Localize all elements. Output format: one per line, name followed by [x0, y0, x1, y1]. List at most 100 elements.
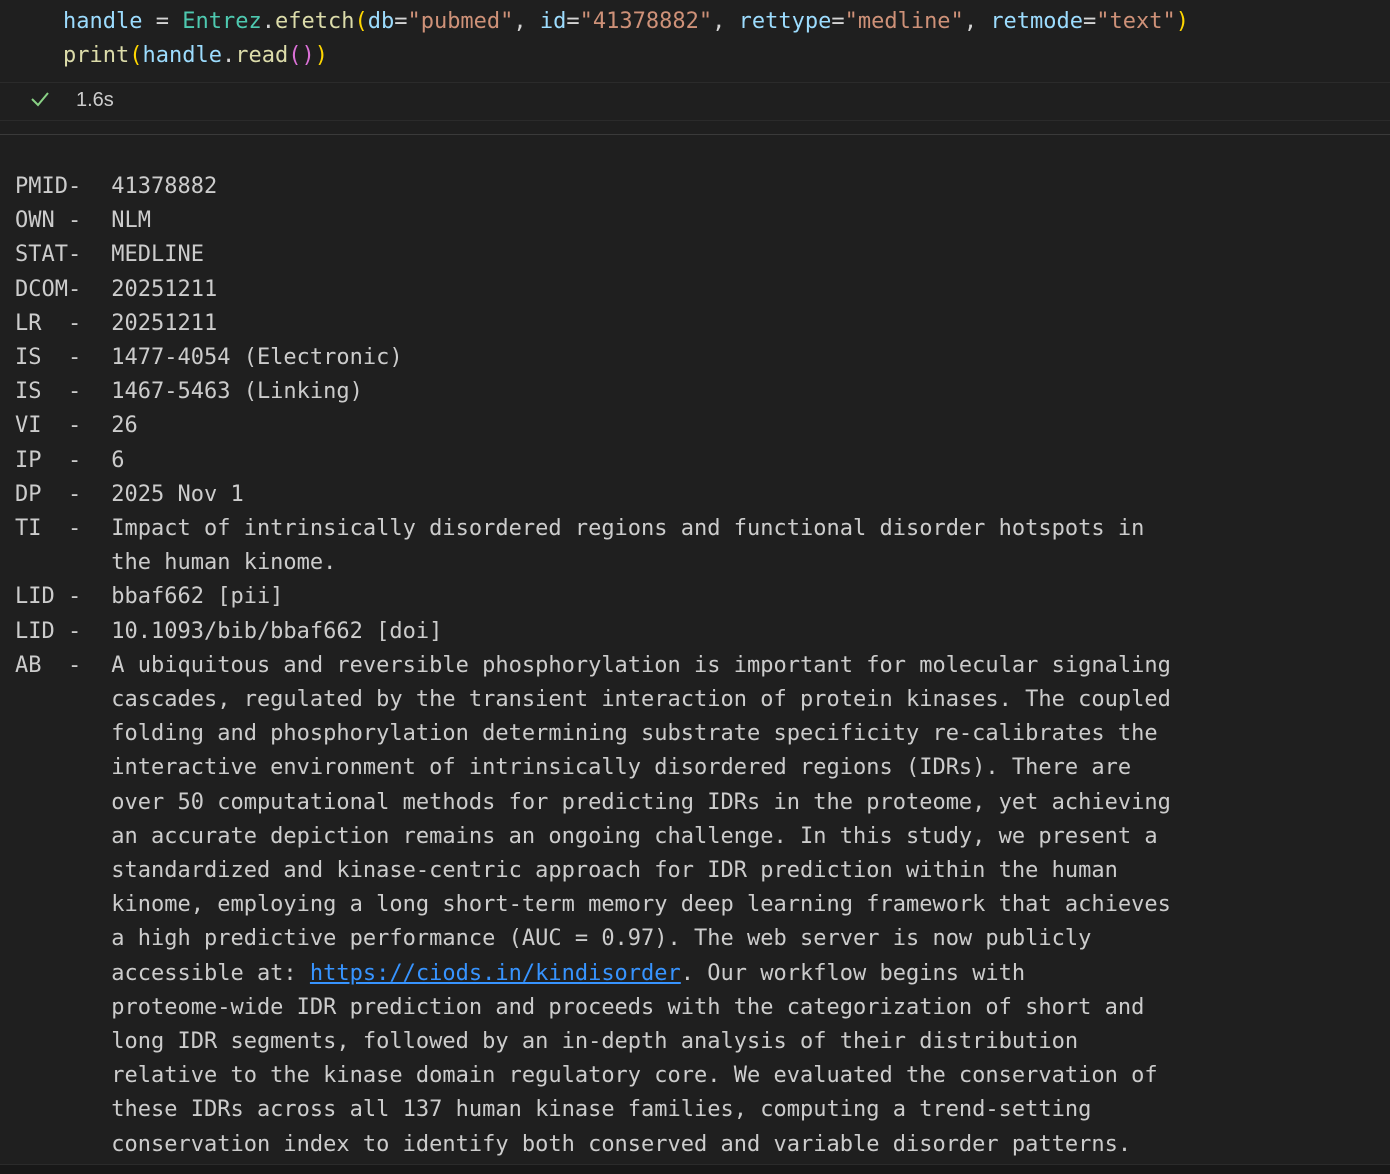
medline-field-tag: PMID-: [15, 174, 82, 199]
medline-field-value: over 50 computational methods for predic…: [98, 789, 1171, 815]
code-token: ,: [712, 9, 739, 34]
code-token: "41378882": [579, 9, 713, 34]
code-token: =: [142, 9, 183, 34]
output-line: a high predictive performance (AUC = 0.9…: [15, 922, 1091, 956]
code-token: .: [261, 9, 275, 34]
output-line: conservation index to identify both cons…: [15, 1128, 1131, 1162]
medline-field-value: standardized and kinase-centric approach…: [98, 858, 1118, 883]
cell-output[interactable]: PMID- 41378882 OWN - NLM STAT- MEDLINE DCOM…: [0, 135, 1390, 1165]
output-line: the human kinome.: [15, 546, 336, 580]
medline-field-value: . Our workflow begins with: [680, 960, 1026, 986]
medline-field-value: 41378882: [98, 174, 218, 199]
code-token: Entrez: [182, 9, 262, 34]
medline-field-value: 6: [98, 447, 125, 473]
medline-field-tag: LID -: [15, 584, 82, 610]
output-line: interactive environment of intrinsically…: [15, 751, 1131, 785]
medline-field-tag: AB -: [15, 652, 82, 678]
medline-field-value: conservation index to identify both cons…: [98, 1131, 1132, 1157]
medline-field-value: a high predictive performance (AUC = 0.9…: [98, 926, 1092, 952]
medline-field-value: relative to the kinase domain regulatory…: [98, 1063, 1158, 1089]
code-token: =: [1083, 9, 1097, 34]
output-line: accessible at: https://ciods.in/kindisor…: [15, 957, 1025, 991]
medline-field-value: folding and phosphorylation determining …: [98, 721, 1158, 747]
medline-field-tag: VI -: [15, 413, 82, 439]
medline-field-tag: IS -: [15, 345, 82, 370]
code-token: efetch: [274, 9, 355, 34]
output-line: DP - 2025 Nov 1: [15, 478, 244, 512]
output-line: cascades, regulated by the transient int…: [15, 683, 1171, 717]
output-line: IP - 6: [15, 444, 125, 478]
medline-field-value: an accurate depiction remains an ongoing…: [98, 823, 1158, 849]
medline-field-value: 20251211: [98, 310, 218, 336]
output-line: proteome-wide IDR prediction and proceed…: [15, 991, 1144, 1025]
output-line: LID - 10.1093/bib/bbaf662 [doi]: [15, 615, 442, 649]
code-token: id: [539, 9, 567, 34]
code-token: retmode: [990, 9, 1084, 34]
output-line: OWN - NLM: [15, 204, 151, 238]
medline-field-tag: DCOM-: [15, 276, 82, 302]
output-line: IS - 1477-4054 (Electronic): [15, 341, 403, 375]
medline-field-value: MEDLINE: [98, 242, 204, 268]
code-token: .: [221, 43, 236, 68]
check-icon: [31, 92, 49, 107]
code-token: rettype: [738, 9, 832, 34]
output-line: over 50 computational methods for predic…: [15, 786, 1171, 820]
output-line: AB - A ubiquitous and reversible phospho…: [15, 649, 1171, 683]
kindisorder-link[interactable]: https://ciods.in/kindisorder: [310, 961, 681, 986]
medline-field-tag: OWN -: [15, 208, 82, 234]
medline-field-value: 1477-4054 (Electronic): [98, 345, 403, 370]
code-token: handle: [142, 43, 222, 68]
medline-field-tag: IS -: [15, 379, 82, 405]
medline-field-value: NLM: [98, 208, 151, 234]
medline-field-tag: IP -: [15, 447, 82, 473]
code-token: ): [314, 43, 328, 68]
output-line: LID - bbaf662 [pii]: [15, 580, 283, 614]
medline-field-tag: DP -: [15, 481, 82, 507]
medline-field-value: cascades, regulated by the transient int…: [98, 687, 1171, 712]
output-line: long IDR segments, followed by an in-dep…: [15, 1025, 1078, 1059]
medline-field-value: kinome, employing a long short-term memo…: [98, 892, 1171, 918]
output-line: PMID- 41378882: [15, 170, 217, 204]
medline-field-value: A ubiquitous and reversible phosphorylat…: [98, 652, 1171, 678]
medline-field-tag: TI -: [15, 516, 82, 541]
medline-field-value: 26: [98, 413, 138, 439]
output-line: kinome, employing a long short-term memo…: [15, 888, 1171, 922]
output-line: IS - 1467-5463 (Linking): [15, 375, 363, 409]
code-token: ): [1175, 9, 1190, 34]
output-line: STAT- MEDLINE: [15, 238, 204, 272]
medline-field-value: proteome-wide IDR prediction and proceed…: [98, 994, 1145, 1020]
medline-field-tag: STAT-: [15, 242, 82, 268]
medline-field-value: 10.1093/bib/bbaf662 [doi]: [98, 618, 443, 644]
output-line: relative to the kinase domain regulatory…: [15, 1059, 1158, 1093]
medline-field-tag: LID -: [15, 618, 82, 644]
output-line: an accurate depiction remains an ongoing…: [15, 820, 1158, 854]
code-token: handle: [63, 9, 143, 34]
code-token: read: [235, 43, 289, 68]
medline-field-tag: LR -: [15, 310, 82, 336]
output-line: standardized and kinase-centric approach…: [15, 854, 1118, 888]
medline-field-value: bbaf662 [pii]: [98, 584, 284, 610]
code-token: (: [129, 43, 143, 68]
medline-field-value: 2025 Nov 1: [98, 481, 244, 507]
code-token: db: [367, 9, 395, 34]
output-line: DCOM- 20251211: [15, 273, 217, 307]
output-line: LR - 20251211: [15, 307, 217, 341]
code-cell[interactable]: handle = Entrez.efetch(db="pubmed", id="…: [0, 0, 1390, 121]
output-line: these IDRs across all 137 human kinase f…: [15, 1093, 1091, 1127]
medline-field-value: 20251211: [98, 276, 218, 302]
code-line-2[interactable]: print(handle.read()): [63, 39, 328, 73]
code-line-1[interactable]: handle = Entrez.efetch(db="pubmed", id="…: [63, 5, 1189, 39]
code-token: (): [288, 43, 315, 68]
code-token: "text": [1096, 9, 1176, 34]
execution-duration: 1.6s: [76, 89, 114, 111]
medline-field-value: 1467-5463 (Linking): [98, 379, 363, 405]
output-line: folding and phosphorylation determining …: [15, 717, 1158, 751]
code-token: ,: [963, 9, 991, 34]
code-token: =: [394, 9, 408, 34]
code-token: "pubmed": [407, 9, 514, 34]
code-token: (: [354, 9, 368, 34]
code-token: =: [831, 9, 845, 34]
medline-field-value: Impact of intrinsically disordered regio…: [98, 516, 1145, 541]
code-token: =: [566, 9, 580, 34]
medline-field-value: the human kinome.: [98, 550, 337, 576]
